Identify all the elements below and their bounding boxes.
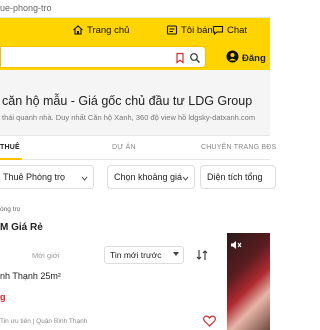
login-label: Đăng [242, 52, 266, 64]
chat-icon [212, 24, 224, 36]
listing-price: g [0, 292, 6, 302]
sort-label[interactable]: Mới giới [32, 251, 59, 260]
breadcrumb[interactable]: òng trọ [0, 206, 20, 213]
nav-home-label: Trang chủ [87, 24, 130, 36]
bookmark-icon[interactable] [174, 51, 186, 69]
heart-icon[interactable] [203, 314, 216, 330]
mute-icon[interactable] [230, 237, 242, 255]
nav-chat-label: Chat [227, 24, 248, 36]
promo-banner[interactable]: căn hộ mẫu - Giá gốc chủ đầu tư LDG Grou… [0, 70, 270, 136]
login-button[interactable]: Đăng [226, 50, 266, 66]
tab-projects[interactable]: DỰ ÁN [112, 144, 136, 151]
filter-price-label: Chọn khoảng giá [114, 172, 183, 182]
user-icon [226, 50, 239, 66]
video-ad-player[interactable] [227, 233, 270, 330]
section-title: M Giá Rẻ [0, 222, 43, 233]
search-bar-row: Đăng [0, 44, 270, 70]
sort-select[interactable]: Tin mới trước [104, 246, 184, 264]
chevron-down-icon [173, 252, 179, 256]
nav-my-listings[interactable]: Tôi bán [166, 24, 213, 36]
banner-subtitle: thái quanh nhà. Duy nhất Căn hộ Xanh, 36… [2, 113, 256, 122]
listing-title[interactable]: nh Thạnh 25m² [0, 271, 61, 281]
tab-real-estate-page[interactable]: CHUYÊN TRANG BĐS [201, 144, 276, 151]
listing-meta: Tin ưu tiên | Quận Bình Thạnh [0, 318, 88, 325]
sort-row: Mới giới Tin mới trước [0, 245, 215, 265]
home-icon [72, 24, 84, 36]
filter-price-select[interactable]: Chọn khoảng giá [107, 165, 195, 189]
category-tabs: THUÊ DỰ ÁN CHUYÊN TRANG BĐS [0, 138, 276, 160]
nav-chat[interactable]: Chat [212, 24, 247, 36]
filter-type-select[interactable]: Thuê Phòng trọ [0, 165, 94, 189]
filter-area-label: Diện tích tổng [207, 172, 263, 182]
nav-my-label: Tôi bán [181, 24, 213, 36]
search-icon[interactable] [189, 51, 201, 69]
chevron-down-icon [81, 174, 88, 184]
sort-icon[interactable] [196, 248, 208, 267]
mine-icon [166, 24, 178, 36]
filter-type-label: Thuê Phòng trọ [3, 172, 66, 182]
url-text: ue-phong-tro [0, 3, 52, 13]
active-tab-indicator [0, 158, 22, 160]
chevron-down-icon [182, 174, 189, 184]
filter-bar: Thuê Phòng trọ Chọn khoảng giá Diện tích… [0, 165, 276, 191]
nav-home[interactable]: Trang chủ [72, 24, 129, 36]
filter-area-select[interactable]: Diện tích tổng [200, 165, 276, 189]
search-input[interactable] [0, 46, 206, 68]
browser-url-bar[interactable]: ue-phong-tro [0, 0, 270, 18]
top-navigation: Trang chủ Tôi bán Chat [0, 18, 270, 44]
tab-rent[interactable]: THUÊ [0, 144, 20, 151]
banner-title: căn hộ mẫu - Giá gốc chủ đầu tư LDG Grou… [2, 94, 253, 108]
